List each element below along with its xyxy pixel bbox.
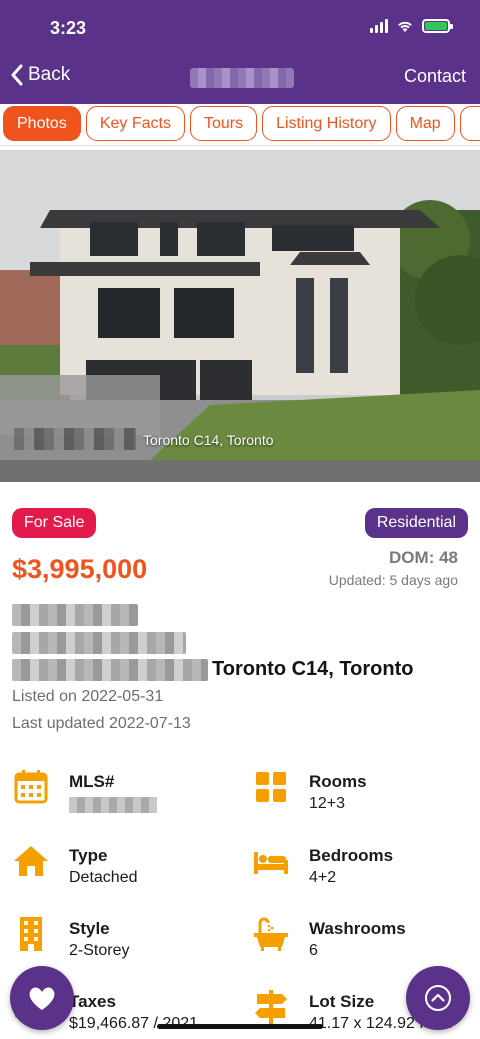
house-icon [14, 846, 48, 876]
days-on-market: DOM: 48 [389, 548, 458, 567]
calendar-icon [14, 770, 48, 804]
nav-title-redacted [190, 68, 294, 88]
battery-icon [422, 19, 453, 33]
fact-value: 4+2 [309, 869, 337, 886]
address-line-1-redacted [12, 604, 138, 626]
last-updated: Last updated 2022-07-13 [12, 715, 191, 732]
status-icons [370, 19, 453, 33]
grid-icon [256, 772, 286, 802]
tab-more[interactable] [459, 106, 480, 141]
fact-label: Type [69, 846, 108, 865]
heart-icon [29, 987, 55, 1010]
fact-label: Bedrooms [309, 846, 394, 865]
fact-value: 12+3 [309, 795, 346, 812]
listing-photo[interactable]: Toronto C14, Toronto [0, 150, 480, 482]
wifi-icon [398, 21, 412, 32]
chevron-left-icon [11, 64, 23, 86]
section-tabs: Photos Key Facts Tours Listing History Map [0, 104, 480, 146]
building-icon [20, 917, 42, 951]
fact-value: 2-Storey [69, 942, 130, 959]
top-bar: 3:23 Back Contact [0, 0, 480, 104]
listed-on: Listed on 2022-05-31 [12, 688, 164, 705]
address-city: Toronto C14, Toronto [212, 658, 414, 680]
fact-label: Lot Size [309, 992, 375, 1011]
chevron-up-circle-icon [425, 985, 451, 1011]
nav-row: Back Contact [0, 54, 480, 102]
tab-key-facts[interactable]: Key Facts [85, 106, 185, 141]
fact-label: MLS# [69, 772, 115, 791]
fact-label: Taxes [69, 992, 116, 1011]
status-badge: For Sale [12, 508, 97, 538]
contact-button[interactable]: Contact [404, 66, 466, 87]
bathtub-icon [254, 917, 288, 951]
signal-icon [370, 19, 388, 33]
bed-icon [254, 852, 288, 874]
back-label: Back [28, 64, 71, 85]
fact-rooms: Rooms 12+3 [252, 768, 480, 828]
favorite-button[interactable] [10, 966, 74, 1030]
tab-tours[interactable]: Tours [189, 106, 258, 141]
tab-photos[interactable]: Photos [3, 106, 81, 141]
signpost-icon [255, 990, 287, 1024]
address-line-3-redacted [12, 659, 208, 681]
fact-label: Rooms [309, 772, 367, 791]
mls-number-redacted [69, 797, 157, 813]
scroll-to-top-button[interactable] [406, 966, 470, 1030]
updated-text: Updated: 5 days ago [328, 572, 458, 588]
tab-map[interactable]: Map [395, 106, 455, 141]
listing-price: $3,995,000 [12, 554, 148, 584]
property-class-badge: Residential [364, 508, 468, 538]
back-button[interactable]: Back [10, 64, 70, 86]
home-indicator [157, 1024, 323, 1029]
fact-label: Washrooms [309, 919, 406, 938]
fact-mls: MLS# [12, 768, 242, 828]
fact-value: Detached [69, 869, 138, 886]
status-time: 3:23 [50, 18, 87, 38]
address-line-2-redacted [12, 632, 186, 654]
tab-listing-history[interactable]: Listing History [262, 106, 391, 141]
fact-type: Type Detached [12, 842, 242, 902]
fact-label: Style [69, 919, 110, 938]
fact-value: 6 [309, 942, 318, 959]
status-bar: 3:23 [0, 0, 480, 54]
photo-caption: Toronto C14, Toronto [143, 432, 274, 448]
fact-bedrooms: Bedrooms 4+2 [252, 842, 480, 902]
photo-caption-redacted [14, 428, 136, 450]
